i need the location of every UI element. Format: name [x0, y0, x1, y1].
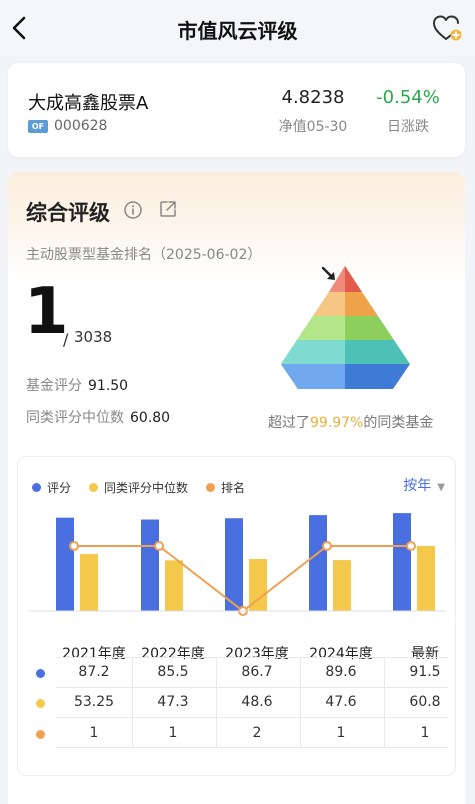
rank-separator: / [63, 330, 69, 349]
column-header: 2021年度 [62, 646, 126, 662]
pyramid-layers [281, 266, 410, 389]
score-chart [28, 513, 445, 616]
rank-number: 1 [24, 275, 69, 349]
table-cell: 1 [420, 725, 430, 741]
daily-change-label: 日涨跌 [387, 119, 429, 135]
daily-change-value: -0.54% [376, 87, 440, 108]
row-divider [56, 717, 448, 718]
row-dot [36, 699, 45, 708]
rank-total: 3038 [74, 328, 113, 346]
nav-label: 净值05-30 [278, 119, 348, 135]
median-score-label: 同类评分中位数 [26, 410, 124, 426]
rank-point [154, 541, 164, 551]
bar-score [393, 513, 411, 611]
fund-type-tag: OF [28, 119, 48, 133]
table-cell: 1 [336, 725, 346, 741]
rank-point [322, 541, 332, 551]
exceed-text: 超过了99.97%的同类基金 [268, 412, 433, 432]
rank-point [69, 541, 79, 551]
column-header: 2022年度 [141, 646, 205, 662]
pyramid-graphic [281, 266, 410, 389]
table-cell: 53.25 [73, 694, 115, 710]
fund-name: 大成高鑫股票A [28, 93, 149, 114]
table-cell: 86.7 [241, 664, 273, 680]
bar-median [165, 560, 183, 611]
table-cell: 1 [168, 725, 178, 741]
top-bar: 市值风云评级 [0, 0, 475, 56]
table-cell: 91.5 [409, 664, 441, 680]
fund-score-value: 91.50 [88, 378, 129, 394]
chart-panel: 评分 同类评分中位数 排名 按年 ▼ 2021年度 2022年度 2023年度 2024… [18, 457, 455, 775]
fund-info-card[interactable]: 大成高鑫股票A OF 000628 4.8238 净值05-30 -0.54% … [8, 63, 465, 157]
bar-score [141, 519, 159, 611]
column-header: 最新 [411, 646, 439, 662]
nav-value: 4.8238 [281, 87, 345, 108]
info-icon[interactable] [123, 200, 143, 220]
column-header: 2024年度 [309, 646, 373, 662]
row-divider [56, 747, 448, 748]
exceed-value: 99.97% [310, 415, 364, 431]
table-cell: 89.6 [325, 664, 357, 680]
median-score-row: 同类评分中位数 60.80 [26, 407, 170, 427]
table-cell: 47.3 [157, 694, 189, 710]
bar-score [225, 518, 243, 611]
row-dot [36, 669, 45, 678]
rank-point [406, 541, 416, 551]
row-divider [56, 657, 448, 658]
rank-caption: 主动股票型基金排名（2025-06-02） [26, 247, 262, 263]
row-divider [56, 687, 448, 688]
table-cell: 87.2 [78, 664, 110, 680]
bar-median [80, 554, 98, 611]
fund-score-row: 基金评分 91.50 [26, 375, 128, 395]
bar-score [309, 515, 327, 611]
table-cell: 48.6 [241, 694, 273, 710]
table-cell: 1 [89, 725, 99, 741]
rating-card: 综合评级 主动股票型基金排名（2025-06-02） 1 / 3038 基金评分… [8, 172, 465, 804]
share-icon[interactable] [158, 199, 178, 219]
heart-plus-icon[interactable] [431, 12, 463, 44]
table-cell: 85.5 [157, 664, 189, 680]
table-cell: 47.6 [325, 694, 357, 710]
bar-score [56, 517, 74, 611]
exceed-suffix: 的同类基金 [363, 415, 434, 431]
median-score-value: 60.80 [130, 410, 171, 426]
column-header: 2023年度 [225, 646, 289, 662]
table-cell: 60.8 [409, 694, 441, 710]
fund-score-label: 基金评分 [26, 378, 82, 394]
section-title: 综合评级 [26, 201, 110, 225]
fund-code: 000628 [54, 118, 108, 134]
fund-code-row: OF 000628 [28, 118, 107, 134]
row-dot [36, 730, 45, 739]
exceed-prefix: 超过了 [268, 415, 310, 431]
bar-median [417, 545, 435, 611]
page-title: 市值风云评级 [177, 19, 298, 43]
bar-median [333, 560, 351, 611]
table-cell: 2 [252, 725, 262, 741]
